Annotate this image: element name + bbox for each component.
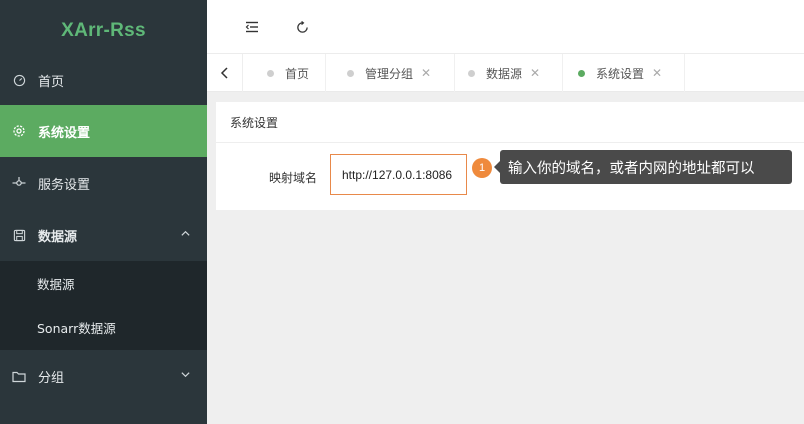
sidebar-item-home[interactable]: 首页 (0, 54, 207, 106)
menu-toggle-icon[interactable] (241, 16, 263, 38)
save-icon (12, 228, 26, 242)
chevron-up-icon (180, 228, 191, 243)
tab-status-dot (347, 69, 354, 77)
tab-status-dot (468, 69, 475, 77)
tab-status-dot (578, 69, 585, 77)
tab-bar: 首页 管理分组 ✕ 数据源 ✕ 系统设置 ✕ (207, 54, 804, 92)
hint-tooltip: 输入你的域名，或者内网的地址都可以 (494, 150, 792, 184)
tab-label: 数据源 (486, 66, 523, 81)
domain-input[interactable]: http://127.0.0.1:8086 (330, 154, 467, 195)
folder-icon (12, 369, 26, 383)
tab-label: 系统设置 (596, 66, 645, 81)
tab-datasource[interactable]: 数据源 ✕ (455, 54, 563, 92)
tab-label: 管理分组 (365, 66, 414, 81)
gear-icon (12, 124, 26, 138)
step-number-badge: 1 (472, 158, 492, 178)
sidebar-item-label: 服务设置 (38, 177, 91, 193)
submenu-item-label: Sonarr数据源 (37, 320, 116, 336)
sidebar-item-label: 分组 (38, 370, 65, 386)
sidebar-item-label: 系统设置 (38, 125, 91, 141)
sidebar-item-groups[interactable]: 分组 (0, 350, 207, 402)
domain-field-label: 映射域名 (269, 171, 318, 185)
refresh-icon[interactable] (291, 16, 313, 38)
top-header (207, 0, 804, 54)
submenu-item-sonarr-datasource[interactable]: Sonarr数据源 (0, 305, 207, 349)
submenu-item-datasource[interactable]: 数据源 (0, 261, 207, 305)
tab-group-management[interactable]: 管理分组 ✕ (326, 54, 455, 92)
submenu-item-label: 数据源 (37, 276, 75, 292)
close-icon[interactable]: ✕ (530, 66, 540, 80)
sidebar-item-service-settings[interactable]: 服务设置 (0, 157, 207, 209)
card-title: 系统设置 (230, 116, 279, 130)
sidebar-item-system-settings[interactable]: 系统设置 (0, 105, 207, 157)
tab-system-settings[interactable]: 系统设置 ✕ (563, 54, 685, 92)
divider (216, 142, 804, 143)
app-logo: XArr-Rss (61, 20, 146, 41)
sidebar: XArr-Rss 首页 系统设置 服务设置 数据源 数据源 Sonarr数据源 (0, 0, 207, 424)
tabs-scroll-left-icon[interactable] (207, 54, 243, 92)
tab-label: 首页 (285, 66, 310, 81)
close-icon[interactable]: ✕ (421, 66, 431, 80)
tab-status-dot (267, 69, 274, 77)
close-icon[interactable]: ✕ (652, 66, 662, 80)
service-icon (12, 176, 26, 190)
chevron-down-icon (180, 369, 191, 384)
dashboard-icon (12, 73, 26, 87)
tab-home[interactable]: 首页 (244, 54, 326, 92)
sidebar-item-label: 数据源 (38, 229, 78, 245)
main-content: 系统设置 映射域名 http://127.0.0.1:8086 (207, 92, 804, 424)
sidebar-item-datasource[interactable]: 数据源 (0, 209, 207, 261)
sidebar-item-label: 首页 (38, 74, 65, 90)
